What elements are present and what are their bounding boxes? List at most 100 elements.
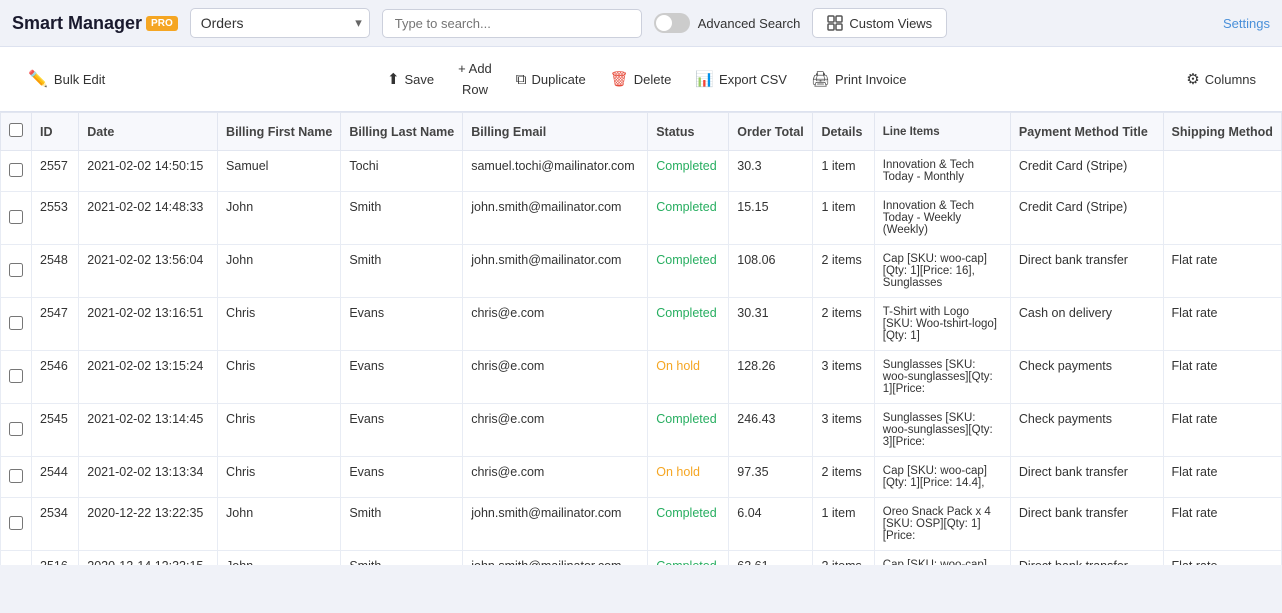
billing-first-name: John: [218, 245, 341, 298]
line-items: Innovation & Tech Today - Weekly (Weekly…: [874, 192, 1010, 245]
col-header-last-name: Billing Last Name: [341, 113, 463, 151]
order-status: Completed: [648, 498, 729, 551]
billing-last-name: Evans: [341, 298, 463, 351]
billing-email: chris@e.com: [463, 457, 648, 498]
billing-email: chris@e.com: [463, 404, 648, 457]
table-row: 2557 2021-02-02 14:50:15 Samuel Tochi sa…: [1, 151, 1282, 192]
billing-first-name: Chris: [218, 457, 341, 498]
bulk-edit-button[interactable]: ✏️ Bulk Edit: [16, 63, 117, 95]
row-checkbox[interactable]: [9, 516, 23, 530]
shipping-method: Flat rate: [1163, 298, 1281, 351]
order-status: Completed: [648, 298, 729, 351]
row-checkbox-cell[interactable]: [1, 245, 32, 298]
table-row: 2545 2021-02-02 13:14:45 Chris Evans chr…: [1, 404, 1282, 457]
order-status: On hold: [648, 457, 729, 498]
col-header-email: Billing Email: [463, 113, 648, 151]
order-status: Completed: [648, 404, 729, 457]
advanced-search-switch[interactable]: [654, 13, 690, 33]
settings-link[interactable]: Settings: [1223, 16, 1270, 31]
columns-icon: ⚙: [1186, 70, 1199, 88]
billing-last-name: Evans: [341, 351, 463, 404]
row-checkbox[interactable]: [9, 263, 23, 277]
row-checkbox[interactable]: [9, 469, 23, 483]
advanced-search-toggle[interactable]: Advanced Search: [654, 13, 801, 33]
print-invoice-label: Print Invoice: [835, 72, 907, 87]
payment-method: Direct bank transfer: [1010, 551, 1163, 566]
col-header-order-total: Order Total: [729, 113, 813, 151]
order-id: 2546: [32, 351, 79, 404]
row-checkbox[interactable]: [9, 422, 23, 436]
entity-select[interactable]: Orders Products Customers: [190, 8, 370, 38]
col-header-first-name: Billing First Name: [218, 113, 341, 151]
search-input[interactable]: [382, 9, 642, 38]
order-details: 2 items: [813, 457, 874, 498]
select-all-header[interactable]: [1, 113, 32, 151]
order-id: 2544: [32, 457, 79, 498]
payment-method: Check payments: [1010, 351, 1163, 404]
order-date: 2021-02-02 13:15:24: [79, 351, 218, 404]
row-checkbox-cell[interactable]: [1, 457, 32, 498]
row-checkbox[interactable]: [9, 316, 23, 330]
billing-first-name: Chris: [218, 404, 341, 457]
row-checkbox-cell[interactable]: [1, 192, 32, 245]
print-icon: 🖨: [811, 70, 830, 88]
print-invoice-button[interactable]: 🖨 Print Invoice: [801, 64, 917, 94]
shipping-method: [1163, 192, 1281, 245]
toolbar: ✏️ Bulk Edit ⬆ Save + Add Row ⧉ Duplicat…: [0, 47, 1282, 112]
line-items: Cap [SKU: woo-cap][Qty: 1][Price: 14.4],: [874, 457, 1010, 498]
line-items: Sunglasses [SKU: woo-sunglasses][Qty: 3]…: [874, 404, 1010, 457]
app-header: Smart Manager PRO Orders Products Custom…: [0, 0, 1282, 47]
export-csv-button[interactable]: 📊 Export CSV: [685, 64, 797, 94]
col-header-line-items: Line Items: [874, 113, 1010, 151]
table-row: 2544 2021-02-02 13:13:34 Chris Evans chr…: [1, 457, 1282, 498]
billing-last-name: Tochi: [341, 151, 463, 192]
table-row: 2546 2021-02-02 13:15:24 Chris Evans chr…: [1, 351, 1282, 404]
row-checkbox-cell[interactable]: [1, 404, 32, 457]
entity-select-wrapper[interactable]: Orders Products Customers: [190, 8, 370, 38]
line-items: Innovation & Tech Today - Monthly: [874, 151, 1010, 192]
col-header-date: Date: [79, 113, 218, 151]
delete-icon: 🗑: [610, 70, 629, 88]
delete-button[interactable]: 🗑 Delete: [600, 64, 682, 94]
billing-first-name: Samuel: [218, 151, 341, 192]
billing-last-name: Evans: [341, 457, 463, 498]
select-all-checkbox[interactable]: [9, 123, 23, 137]
save-label: Save: [405, 72, 435, 87]
row-checkbox[interactable]: [9, 369, 23, 383]
payment-method: Direct bank transfer: [1010, 245, 1163, 298]
row-checkbox[interactable]: [9, 210, 23, 224]
columns-button[interactable]: ⚙ Columns: [1176, 64, 1266, 94]
order-total: 246.43: [729, 404, 813, 457]
add-row-button[interactable]: + Add Row: [448, 55, 502, 103]
order-date: 2020-12-14 12:32:15: [79, 551, 218, 566]
save-button[interactable]: ⬆ Save: [377, 64, 444, 94]
duplicate-button[interactable]: ⧉ Duplicate: [506, 65, 596, 94]
row-checkbox-cell[interactable]: [1, 151, 32, 192]
order-id: 2553: [32, 192, 79, 245]
add-row-label2: Row: [462, 82, 488, 98]
payment-method: Cash on delivery: [1010, 298, 1163, 351]
orders-table: ID Date Billing First Name Billing Last …: [0, 112, 1282, 565]
custom-views-button[interactable]: Custom Views: [812, 8, 947, 38]
row-checkbox-cell[interactable]: [1, 298, 32, 351]
order-total: 62.61: [729, 551, 813, 566]
table-header: ID Date Billing First Name Billing Last …: [1, 113, 1282, 151]
row-checkbox-cell[interactable]: [1, 551, 32, 566]
shipping-method: [1163, 151, 1281, 192]
row-checkbox[interactable]: [9, 163, 23, 177]
order-status: Completed: [648, 551, 729, 566]
shipping-method: Flat rate: [1163, 404, 1281, 457]
export-csv-icon: 📊: [695, 70, 714, 88]
order-date: 2021-02-02 13:13:34: [79, 457, 218, 498]
table-row: 2547 2021-02-02 13:16:51 Chris Evans chr…: [1, 298, 1282, 351]
order-status: Completed: [648, 151, 729, 192]
shipping-method: Flat rate: [1163, 245, 1281, 298]
billing-first-name: John: [218, 551, 341, 566]
duplicate-icon: ⧉: [516, 71, 527, 88]
row-checkbox-cell[interactable]: [1, 351, 32, 404]
order-details: 1 item: [813, 498, 874, 551]
billing-email: samuel.tochi@mailinator.com: [463, 151, 648, 192]
shipping-method: Flat rate: [1163, 457, 1281, 498]
billing-email: john.smith@mailinator.com: [463, 498, 648, 551]
row-checkbox-cell[interactable]: [1, 498, 32, 551]
